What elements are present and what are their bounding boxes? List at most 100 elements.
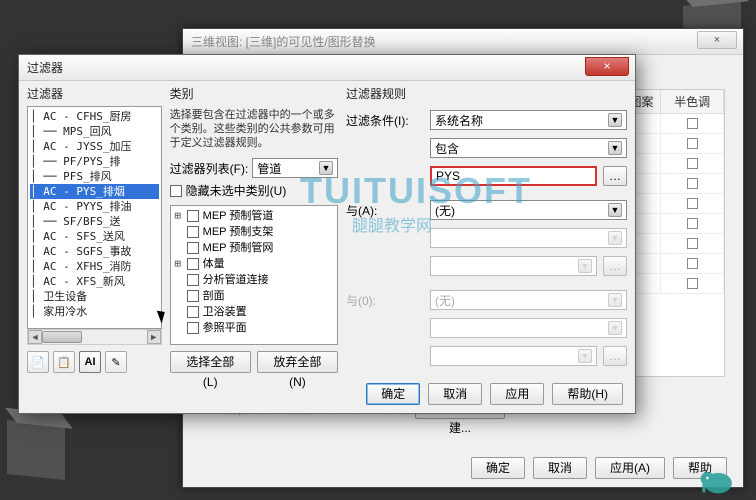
category-item[interactable]: 参照平面 bbox=[173, 320, 335, 336]
categories-label: 类别 bbox=[170, 85, 338, 102]
filters-dialog: 过滤器 × 过滤器 │ AC - CFHS_厨房│ ── MPS_回风│ AC … bbox=[18, 54, 636, 414]
checkbox[interactable] bbox=[687, 238, 698, 249]
bg-apply-button[interactable]: 应用(A) bbox=[595, 457, 665, 479]
dlg-close-button[interactable]: × bbox=[585, 57, 629, 76]
dlg-apply-button[interactable]: 应用 bbox=[490, 383, 544, 405]
and2-label: 与(0): bbox=[346, 292, 424, 309]
filter-tree-item[interactable]: │ AC - SFS_送风 bbox=[30, 229, 159, 244]
filter-tree-item[interactable]: │ AC - XFS_新风 bbox=[30, 274, 159, 289]
tree-h-scrollbar[interactable]: ◄ ► bbox=[27, 329, 162, 345]
and-value-combo: ▼ bbox=[430, 256, 597, 276]
filter-condition-value: 系统名称 bbox=[435, 112, 483, 129]
dlg-footer: 确定 取消 应用 帮助(H) bbox=[366, 383, 623, 405]
bg-ok-button[interactable]: 确定 bbox=[471, 457, 525, 479]
category-item[interactable]: 分析管道连接 bbox=[173, 272, 335, 288]
hide-unchecked-checkbox[interactable] bbox=[170, 185, 182, 197]
categories-panel: 类别 选择要包含在过滤器中的一个或多个类别。这些类别的公共参数可用于定义过滤器规… bbox=[170, 85, 338, 373]
filter-value-browse-button[interactable]: … bbox=[603, 166, 627, 186]
decor-cube-bottom bbox=[6, 419, 66, 481]
checkbox[interactable] bbox=[687, 218, 698, 229]
category-checkbox[interactable] bbox=[187, 242, 199, 254]
col-halftone: 半色调 bbox=[661, 90, 724, 113]
category-checkbox[interactable] bbox=[187, 274, 199, 286]
chevron-down-icon: ▼ bbox=[608, 231, 622, 245]
checkbox[interactable] bbox=[687, 258, 698, 269]
dlg-help-button[interactable]: 帮助(H) bbox=[552, 383, 623, 405]
and-op-combo: ▼ bbox=[430, 228, 627, 248]
categories-list[interactable]: ⊞ MEP 预制管道 MEP 预制支架 MEP 预制管网 ⊞ 体量 分析管道连接 剖面… bbox=[170, 205, 338, 345]
checkbox[interactable] bbox=[687, 178, 698, 189]
category-label: MEP 预制管道 bbox=[203, 208, 274, 224]
checkbox[interactable] bbox=[687, 278, 698, 289]
chevron-down-icon: ▼ bbox=[608, 321, 622, 335]
copy-filter-button[interactable]: 📋 bbox=[53, 351, 75, 373]
hide-unchecked-label: 隐藏未选中类别(U) bbox=[186, 182, 287, 199]
checkbox[interactable] bbox=[687, 158, 698, 169]
filter-tree-item[interactable]: │ ── PFS_排风 bbox=[30, 169, 159, 184]
category-checkbox[interactable] bbox=[187, 306, 199, 318]
filter-tree-item[interactable]: │ 卫生设备 bbox=[30, 289, 159, 304]
filters-list-label: 过滤器 bbox=[27, 85, 162, 102]
filter-value-input[interactable] bbox=[430, 166, 597, 186]
filter-tree-item[interactable]: │ AC - JYSS_加压 bbox=[30, 139, 159, 154]
select-all-button[interactable]: 选择全部(L) bbox=[170, 351, 251, 373]
category-item[interactable]: ⊞ MEP 预制管道 bbox=[173, 208, 335, 224]
scroll-left-icon[interactable]: ◄ bbox=[28, 330, 42, 344]
category-item[interactable]: MEP 预制管网 bbox=[173, 240, 335, 256]
filter-tree-item[interactable]: │ AC - XFHS_消防 bbox=[30, 259, 159, 274]
filterlist-combo[interactable]: 管道 ▼ bbox=[252, 158, 338, 178]
checkbox[interactable] bbox=[687, 118, 698, 129]
chevron-down-icon: ▼ bbox=[608, 293, 622, 307]
filter-tree-item[interactable]: │ AC - CFHS_厨房 bbox=[30, 109, 159, 124]
tree-expand-icon[interactable]: ⊞ bbox=[173, 256, 183, 272]
and2-combo: (无) ▼ bbox=[430, 290, 627, 310]
filter-condition-combo[interactable]: 系统名称 ▼ bbox=[430, 110, 627, 130]
and-label: 与(A): bbox=[346, 202, 424, 219]
category-label: MEP 预制管网 bbox=[203, 240, 274, 256]
filters-tree[interactable]: │ AC - CFHS_厨房│ ── MPS_回风│ AC - JYSS_加压│… bbox=[27, 106, 162, 329]
category-label: 体量 bbox=[203, 256, 225, 272]
category-checkbox[interactable] bbox=[187, 258, 199, 270]
category-label: 卫浴装置 bbox=[203, 304, 247, 320]
category-item[interactable]: ⊞ 体量 bbox=[173, 256, 335, 272]
checkbox[interactable] bbox=[687, 138, 698, 149]
bg-close-button[interactable]: × bbox=[697, 31, 737, 49]
filters-left-panel: 过滤器 │ AC - CFHS_厨房│ ── MPS_回风│ AC - JYSS… bbox=[27, 85, 162, 373]
dlg-cancel-button[interactable]: 取消 bbox=[428, 383, 482, 405]
scroll-right-icon[interactable]: ► bbox=[147, 330, 161, 344]
rename-filter-button[interactable]: AI bbox=[79, 351, 101, 373]
tree-expand-icon[interactable]: ⊞ bbox=[173, 208, 183, 224]
category-checkbox[interactable] bbox=[187, 226, 199, 238]
deselect-all-button[interactable]: 放弃全部(N) bbox=[257, 351, 338, 373]
filter-tree-item[interactable]: │ ── PF/PYS_排 bbox=[30, 154, 159, 169]
filter-tree-item[interactable]: │ AC - PYS_排烟 bbox=[30, 184, 159, 199]
filter-tree-item[interactable]: │ ── MPS_回风 bbox=[30, 124, 159, 139]
category-checkbox[interactable] bbox=[187, 322, 199, 334]
category-label: MEP 预制支架 bbox=[203, 224, 274, 240]
scroll-thumb[interactable] bbox=[42, 331, 82, 343]
filter-operator-combo[interactable]: 包含 ▼ bbox=[430, 138, 627, 158]
bg-cancel-button[interactable]: 取消 bbox=[533, 457, 587, 479]
bg-titlebar: 三维视图: [三维]的可见性/图形替换 × bbox=[183, 29, 743, 55]
checkbox[interactable] bbox=[687, 198, 698, 209]
and-combo[interactable]: (无) ▼ bbox=[430, 200, 627, 220]
category-item[interactable]: 剖面 bbox=[173, 288, 335, 304]
chevron-down-icon: ▼ bbox=[608, 113, 622, 127]
category-checkbox[interactable] bbox=[187, 210, 199, 222]
filter-tree-item[interactable]: │ 家用冷水 bbox=[30, 304, 159, 319]
bg-button-row: 确定 取消 应用(A) 帮助 bbox=[471, 457, 727, 479]
filter-tree-item[interactable]: │ AC - SGFS_事故 bbox=[30, 244, 159, 259]
category-item[interactable]: 卫浴装置 bbox=[173, 304, 335, 320]
delete-filter-button[interactable]: ✎ bbox=[105, 351, 127, 373]
new-filter-button[interactable]: 📄 bbox=[27, 351, 49, 373]
chevron-down-icon: ▼ bbox=[608, 141, 622, 155]
filter-tree-item[interactable]: │ AC - PYYS_排油 bbox=[30, 199, 159, 214]
bg-window-title: 三维视图: [三维]的可见性/图形替换 bbox=[191, 33, 376, 50]
and-value: (无) bbox=[435, 202, 455, 219]
category-item[interactable]: MEP 预制支架 bbox=[173, 224, 335, 240]
category-checkbox[interactable] bbox=[187, 290, 199, 302]
dlg-titlebar[interactable]: 过滤器 × bbox=[19, 55, 635, 81]
dlg-ok-button[interactable]: 确定 bbox=[366, 383, 420, 405]
filter-tree-item[interactable]: │ ── SF/BFS_送 bbox=[30, 214, 159, 229]
category-label: 分析管道连接 bbox=[203, 272, 269, 288]
